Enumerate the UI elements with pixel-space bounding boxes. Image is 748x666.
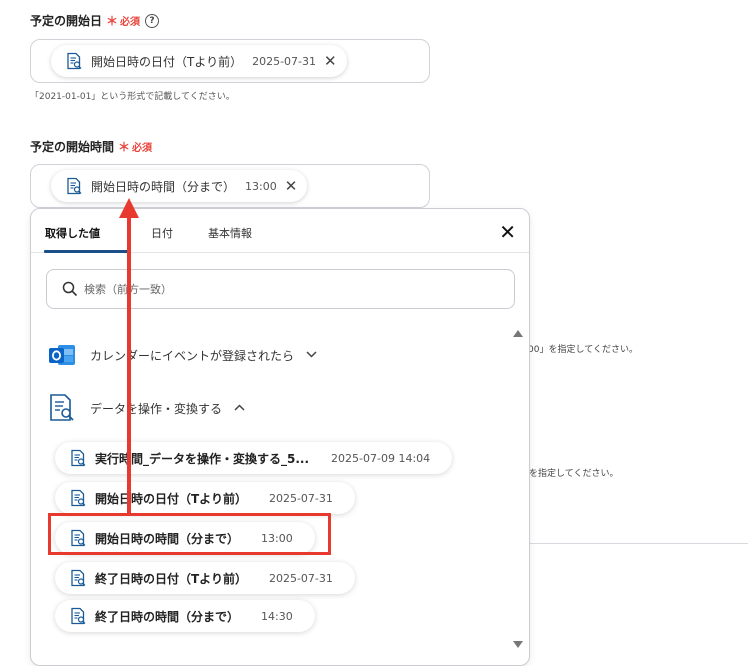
start-time-chip[interactable]: 開始日時の時間（分まで） 13:00 ✕ bbox=[51, 170, 308, 202]
list-item[interactable]: 終了日時の時間（分まで） 14:30 bbox=[55, 600, 315, 632]
item-value: 2025-07-31 bbox=[268, 491, 333, 505]
remove-chip-icon[interactable]: ✕ bbox=[285, 178, 298, 194]
start-date-label: 予定の開始日 ＊ 必須 ? bbox=[30, 12, 160, 29]
required-mark: ＊ bbox=[106, 14, 119, 28]
item-name: 終了日時の日付（Tより前） bbox=[95, 571, 247, 586]
annotation-arrow-head bbox=[119, 198, 139, 218]
list-item[interactable]: 開始日時の日付（Tより前） 2025-07-31 bbox=[55, 482, 355, 514]
item-value: 2025-07-09 14:04 bbox=[331, 451, 431, 465]
data-operation-icon bbox=[67, 177, 82, 195]
remove-chip-icon[interactable]: ✕ bbox=[324, 53, 337, 69]
close-icon[interactable]: ✕ bbox=[499, 222, 516, 242]
tab-date[interactable]: 日付 bbox=[151, 225, 173, 241]
start-time-label: 予定の開始時間 ＊ 必須 bbox=[30, 140, 153, 154]
annotation-arrow-shaft bbox=[127, 216, 131, 514]
background-hint: :00」を指定してください。 bbox=[525, 345, 638, 355]
help-icon[interactable]: ? bbox=[145, 13, 160, 28]
scroll-up-arrow[interactable] bbox=[513, 330, 523, 337]
scroll-down-arrow[interactable] bbox=[513, 641, 523, 648]
outlook-icon bbox=[49, 345, 75, 365]
start-date-chip[interactable]: 開始日時の日付（Tより前） 2025-07-31 ✕ bbox=[51, 45, 347, 77]
tab-acquired-values[interactable]: 取得した値 bbox=[45, 225, 100, 241]
data-operation-icon bbox=[50, 394, 74, 421]
required-mark: ＊ bbox=[118, 140, 131, 154]
search-field[interactable]: 検索（前方一致） bbox=[46, 269, 515, 309]
data-operation-icon bbox=[71, 569, 86, 587]
section-calendar-trigger[interactable]: カレンダーにイベントが登録されたら bbox=[48, 342, 317, 368]
highlight-box bbox=[48, 513, 331, 555]
active-tab-indicator bbox=[44, 250, 128, 253]
start-date-field[interactable]: 開始日時の日付（Tより前） 2025-07-31 ✕ bbox=[30, 39, 430, 83]
tab-basic-info[interactable]: 基本情報 bbox=[208, 225, 252, 241]
chip-value: 2025-07-31 bbox=[252, 54, 317, 68]
required-text: 必須 bbox=[120, 17, 141, 28]
data-operation-icon bbox=[71, 489, 86, 507]
section-label: カレンダーにイベントが登録されたら bbox=[90, 348, 295, 363]
required-text: 必須 bbox=[132, 143, 153, 154]
value-picker-panel: 取得した値 日付 基本情報 ✕ 検索（前方一致） カレンダーにイベントが登録され… bbox=[30, 208, 530, 666]
chevron-up-icon bbox=[234, 403, 245, 414]
item-value: 2025-07-31 bbox=[268, 571, 333, 585]
divider bbox=[530, 543, 748, 544]
section-data-operation[interactable]: データを操作・変換する bbox=[48, 393, 245, 423]
item-value: 14:30 bbox=[261, 609, 293, 623]
chevron-down-icon bbox=[306, 350, 317, 361]
background-hint: を指定してください。 bbox=[529, 469, 619, 479]
item-name: 終了日時の時間（分まで） bbox=[95, 609, 240, 624]
chip-value: 13:00 bbox=[245, 179, 277, 193]
search-icon bbox=[62, 281, 78, 297]
start-date-hint: 「2021-01-01」という形式で記載してください。 bbox=[30, 92, 235, 102]
list-item[interactable]: 終了日時の日付（Tより前） 2025-07-31 bbox=[55, 562, 355, 594]
start-time-field[interactable]: 開始日時の時間（分まで） 13:00 ✕ bbox=[30, 164, 430, 208]
tab-bar: 取得した値 日付 基本情報 bbox=[31, 209, 529, 253]
data-operation-icon bbox=[67, 52, 82, 70]
section-label: データを操作・変換する bbox=[90, 401, 223, 416]
data-operation-icon bbox=[71, 607, 86, 625]
chip-name: 開始日時の日付（Tより前） bbox=[91, 54, 243, 69]
list-item[interactable]: 実行時間_データを操作・変換する_5... 2025-07-09 14:04 bbox=[55, 442, 453, 474]
chip-name: 開始日時の時間（分まで） bbox=[91, 179, 236, 194]
item-name: 開始日時の日付（Tより前） bbox=[95, 491, 247, 506]
data-operation-icon bbox=[71, 449, 86, 467]
